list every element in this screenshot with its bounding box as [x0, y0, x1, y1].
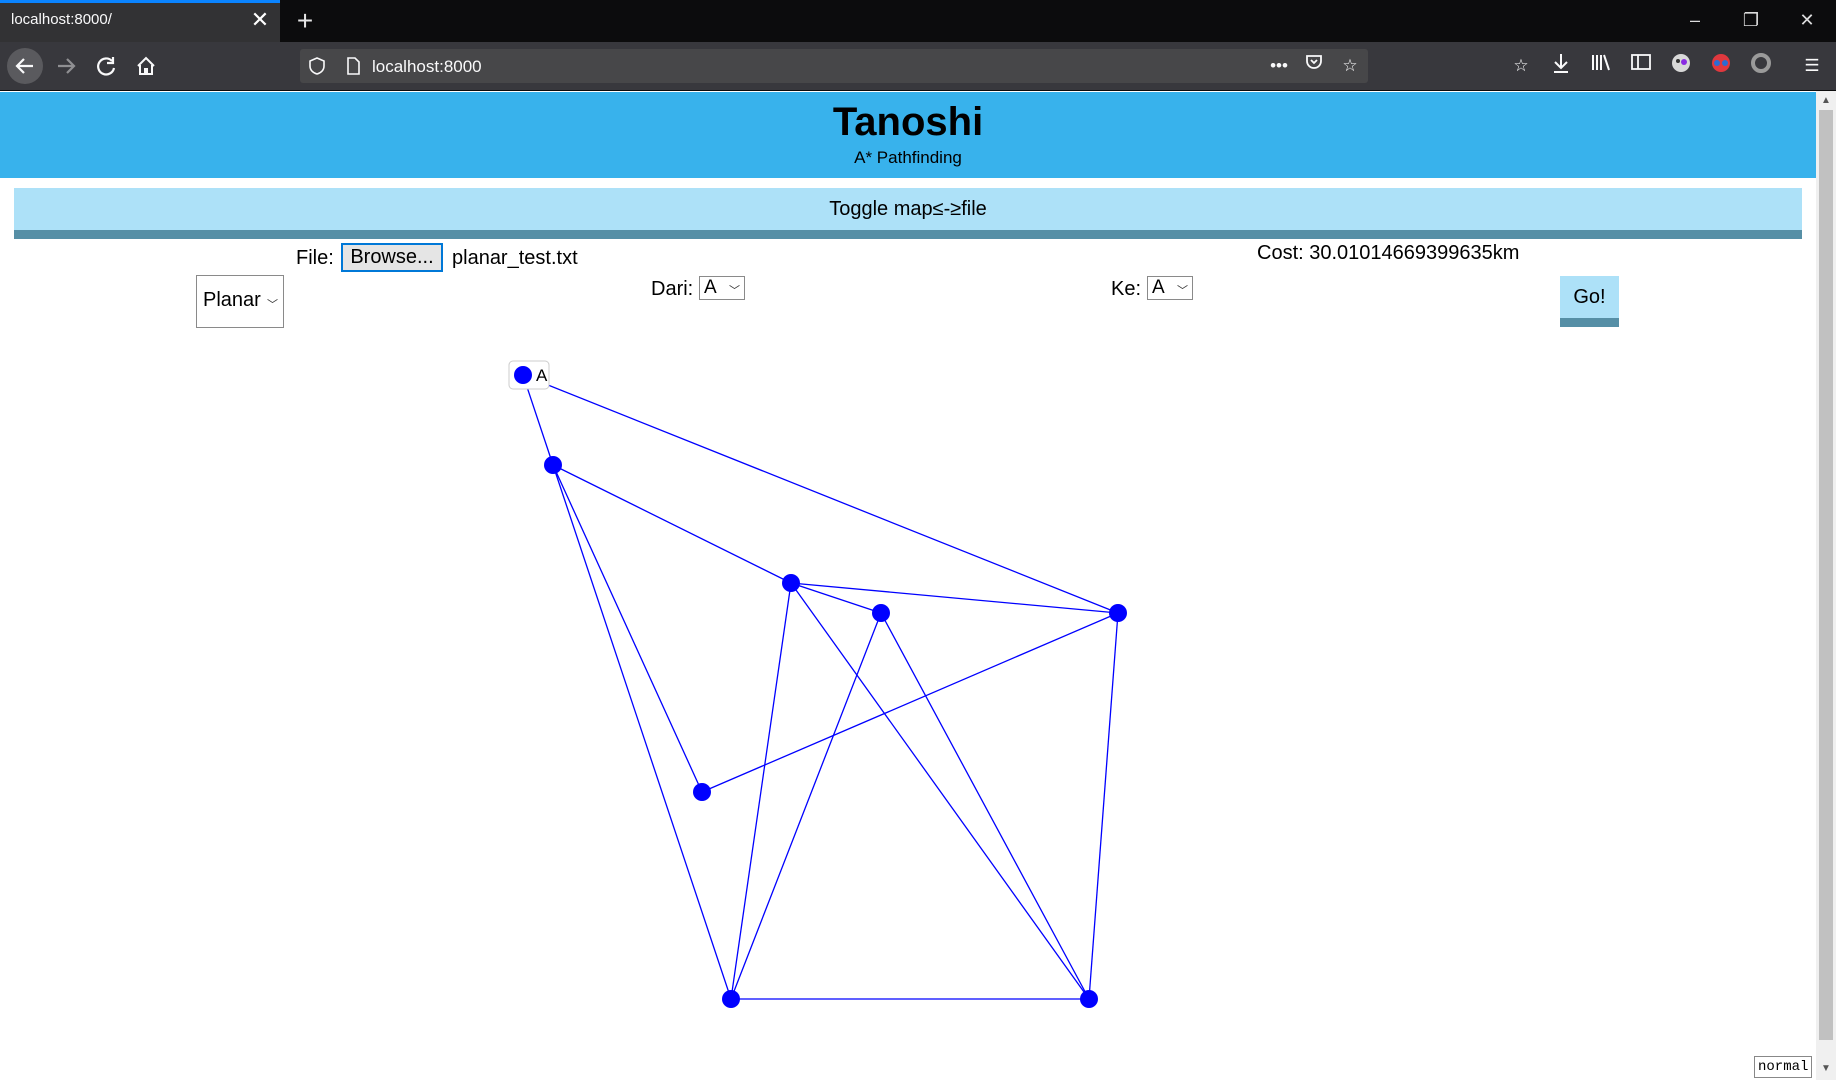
graph-node-n8[interactable] — [1080, 990, 1098, 1008]
graph-edge-n5-n8 — [1088, 612, 1119, 1000]
graph-edge-n2-n7 — [552, 464, 732, 1000]
graph-node-n6[interactable] — [693, 783, 711, 801]
graph-edge-n4-n7 — [730, 612, 882, 1000]
graph-node-label: A — [536, 366, 548, 385]
graph-node-A[interactable] — [514, 366, 532, 384]
graph-edge-n3-n7 — [730, 582, 792, 1000]
graph-node-n2[interactable] — [544, 456, 562, 474]
scroll-up-icon[interactable]: ▲ — [1816, 92, 1836, 110]
graph-node-n4[interactable] — [872, 604, 890, 622]
graph-node-n5[interactable] — [1109, 604, 1127, 622]
scroll-down-icon[interactable]: ▼ — [1816, 1060, 1836, 1078]
scrollbar-thumb[interactable] — [1819, 110, 1833, 1040]
graph-canvas[interactable]: A — [0, 0, 1816, 1080]
graph-node-n7[interactable] — [722, 990, 740, 1008]
graph-edge-n2-n3 — [552, 464, 792, 584]
graph-edge-n3-n5 — [790, 582, 1119, 614]
status-badge: normal — [1754, 1056, 1813, 1078]
graph-node-n3[interactable] — [782, 574, 800, 592]
graph-edge-n5-n6 — [701, 612, 1119, 793]
graph-edge-n2-n6 — [552, 464, 703, 793]
